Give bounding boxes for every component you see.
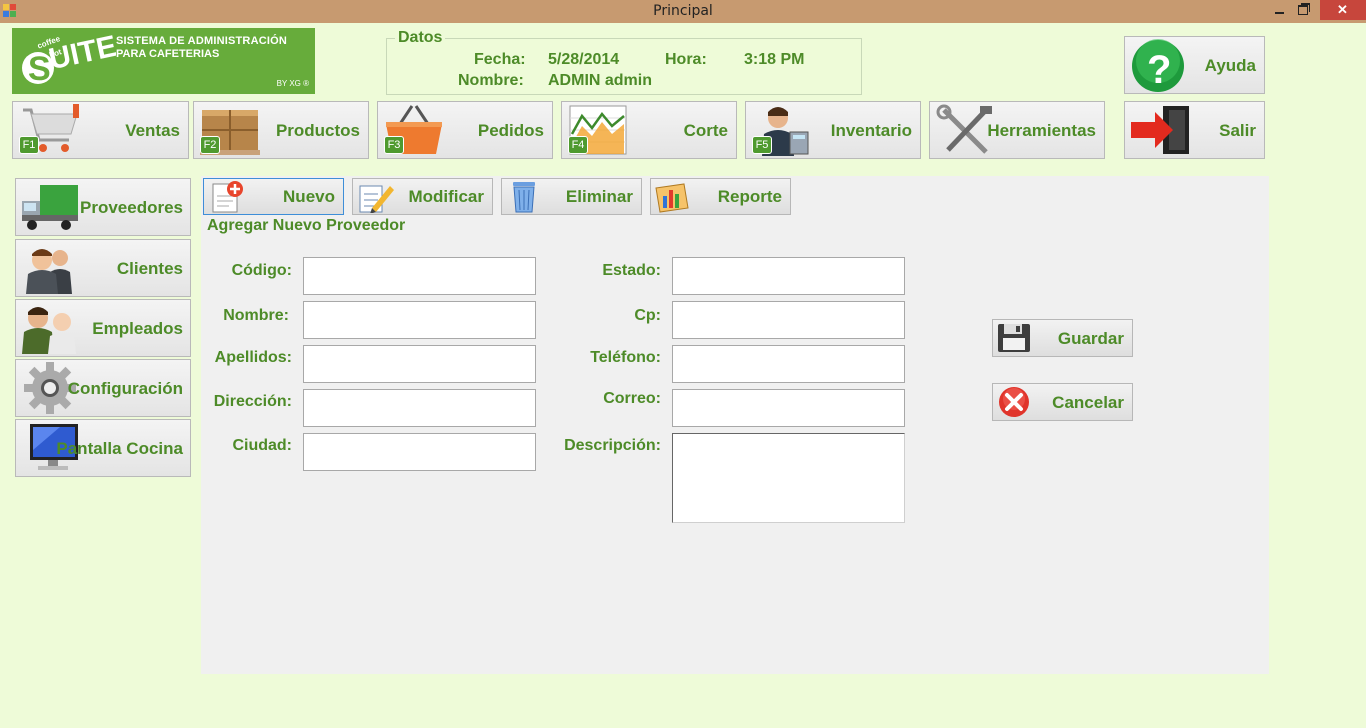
direccion-label: Dirección: (213, 393, 292, 410)
productos-label: Productos (275, 121, 360, 140)
estado-label: Estado: (602, 262, 661, 279)
herramientas-label: Herramientas (987, 121, 1096, 140)
nombre-value: ADMIN admin (548, 72, 652, 89)
fecha-value: 5/28/2014 (548, 51, 620, 68)
restore-button[interactable] (1292, 0, 1314, 20)
datos-legend: Datos (395, 29, 446, 47)
apellidos-label: Apellidos: (214, 349, 292, 366)
svg-text:S: S (28, 50, 51, 88)
minimize-button[interactable] (1268, 0, 1290, 20)
salir-button[interactable]: Salir (1124, 101, 1265, 159)
pedidos-button[interactable]: F3 Pedidos (377, 101, 553, 159)
descripcion-textarea[interactable] (672, 433, 905, 523)
window-title: Principal (653, 3, 713, 19)
ayuda-button[interactable]: ? Ayuda (1124, 36, 1265, 94)
direccion-input[interactable] (303, 389, 536, 427)
nombre-label: Nombre: (458, 72, 524, 89)
cp-input[interactable] (672, 301, 905, 339)
f1-key-badge: F1 (19, 136, 39, 154)
f5-key-badge: F5 (752, 136, 772, 154)
descripcion-label: Descripción: (564, 437, 661, 454)
apellidos-input[interactable] (303, 345, 536, 383)
fecha-label: Fecha: (474, 51, 526, 68)
nuevo-label: Nuevo (283, 187, 335, 206)
eliminar-label: Eliminar (565, 187, 633, 206)
corte-label: Corte (683, 121, 728, 140)
pedidos-label: Pedidos (477, 121, 544, 140)
exit-door-icon (1131, 106, 1189, 154)
logo-line-1: SISTEMA DE ADMINISTRACIÓN (116, 35, 288, 47)
cancelar-label: Cancelar (1052, 393, 1124, 412)
inventario-button[interactable]: F5 Inventario (745, 101, 921, 159)
hora-label: Hora: (665, 51, 707, 68)
codigo-label: Código: (231, 262, 292, 279)
guardar-button[interactable]: Guardar (992, 319, 1133, 357)
telefono-label: Teléfono: (590, 349, 661, 366)
corte-button[interactable]: F4 Corte (561, 101, 737, 159)
cancelar-button[interactable]: Cancelar (992, 383, 1133, 421)
productos-button[interactable]: F2 Productos (193, 101, 369, 159)
eliminar-button[interactable]: Eliminar (501, 178, 642, 215)
sidebar-item-configuracion[interactable]: Configuración (15, 359, 191, 417)
f4-key-badge: F4 (568, 136, 588, 154)
svg-text:?: ? (1147, 48, 1171, 92)
modificar-label: Modificar (408, 187, 484, 206)
hora-value: 3:18 PM (744, 51, 805, 68)
nuevo-button[interactable]: Nuevo (203, 178, 344, 215)
sidebar-item-configuracion-label: Configuración (67, 379, 183, 398)
title-bar: Principal (0, 0, 1366, 23)
suite-logo-icon: S UITE coffee hot (22, 30, 116, 88)
help-icon: ? (1132, 39, 1184, 92)
close-button[interactable] (1320, 0, 1366, 20)
salir-label: Salir (1219, 121, 1256, 140)
nombre-input[interactable] (303, 301, 536, 339)
sidebar-item-clientes-label: Clientes (116, 259, 183, 278)
estado-input[interactable] (672, 257, 905, 295)
sidebar-item-empleados[interactable]: Empleados (15, 299, 191, 357)
guardar-label: Guardar (1057, 329, 1124, 348)
nombre-label: Nombre: (223, 307, 289, 324)
sidebar-item-pantalla-cocina-label: Pantalla Cocina (56, 439, 183, 458)
truck-icon (22, 185, 78, 230)
f2-key-badge: F2 (200, 136, 220, 154)
correo-input[interactable] (672, 389, 905, 427)
codigo-input[interactable] (303, 257, 536, 295)
ciudad-input[interactable] (303, 433, 536, 471)
edit-icon (359, 185, 394, 213)
sidebar-item-pantalla-cocina[interactable]: Pantalla Cocina (15, 419, 191, 477)
ventas-button[interactable]: F1 Ventas (12, 101, 189, 159)
modificar-button[interactable]: Modificar (352, 178, 493, 215)
users-icon (26, 249, 72, 294)
inventario-label: Inventario (830, 121, 912, 140)
app-logo: S UITE coffee hot SISTEMA DE ADMINISTRAC… (12, 28, 315, 94)
cp-label: Cp: (634, 307, 661, 324)
sidebar-item-proveedores[interactable]: Proveedores (15, 178, 191, 236)
ventas-label: Ventas (125, 121, 180, 140)
logo-byline: BY XG ® (276, 79, 309, 88)
employees-icon (22, 307, 76, 354)
new-document-icon (212, 181, 243, 213)
sidebar-item-proveedores-label: Proveedores (80, 198, 183, 217)
form-title: Agregar Nuevo Proveedor (207, 217, 406, 234)
reporte-label: Reporte (717, 187, 782, 206)
logo-line-2: PARA CAFETERIAS (116, 48, 220, 60)
correo-label: Correo: (603, 390, 661, 407)
reporte-button[interactable]: Reporte (650, 178, 791, 215)
sidebar-item-empleados-label: Empleados (92, 319, 183, 338)
report-chart-icon (655, 183, 689, 213)
f3-key-badge: F3 (384, 136, 404, 154)
sidebar-item-clientes[interactable]: Clientes (15, 239, 191, 297)
herramientas-button[interactable]: Herramientas (929, 101, 1105, 159)
ayuda-label: Ayuda (1204, 56, 1256, 75)
save-disk-icon (998, 324, 1030, 352)
cancel-icon (999, 387, 1029, 417)
telefono-input[interactable] (672, 345, 905, 383)
ciudad-label: Ciudad: (232, 437, 292, 454)
trash-icon (513, 182, 535, 213)
